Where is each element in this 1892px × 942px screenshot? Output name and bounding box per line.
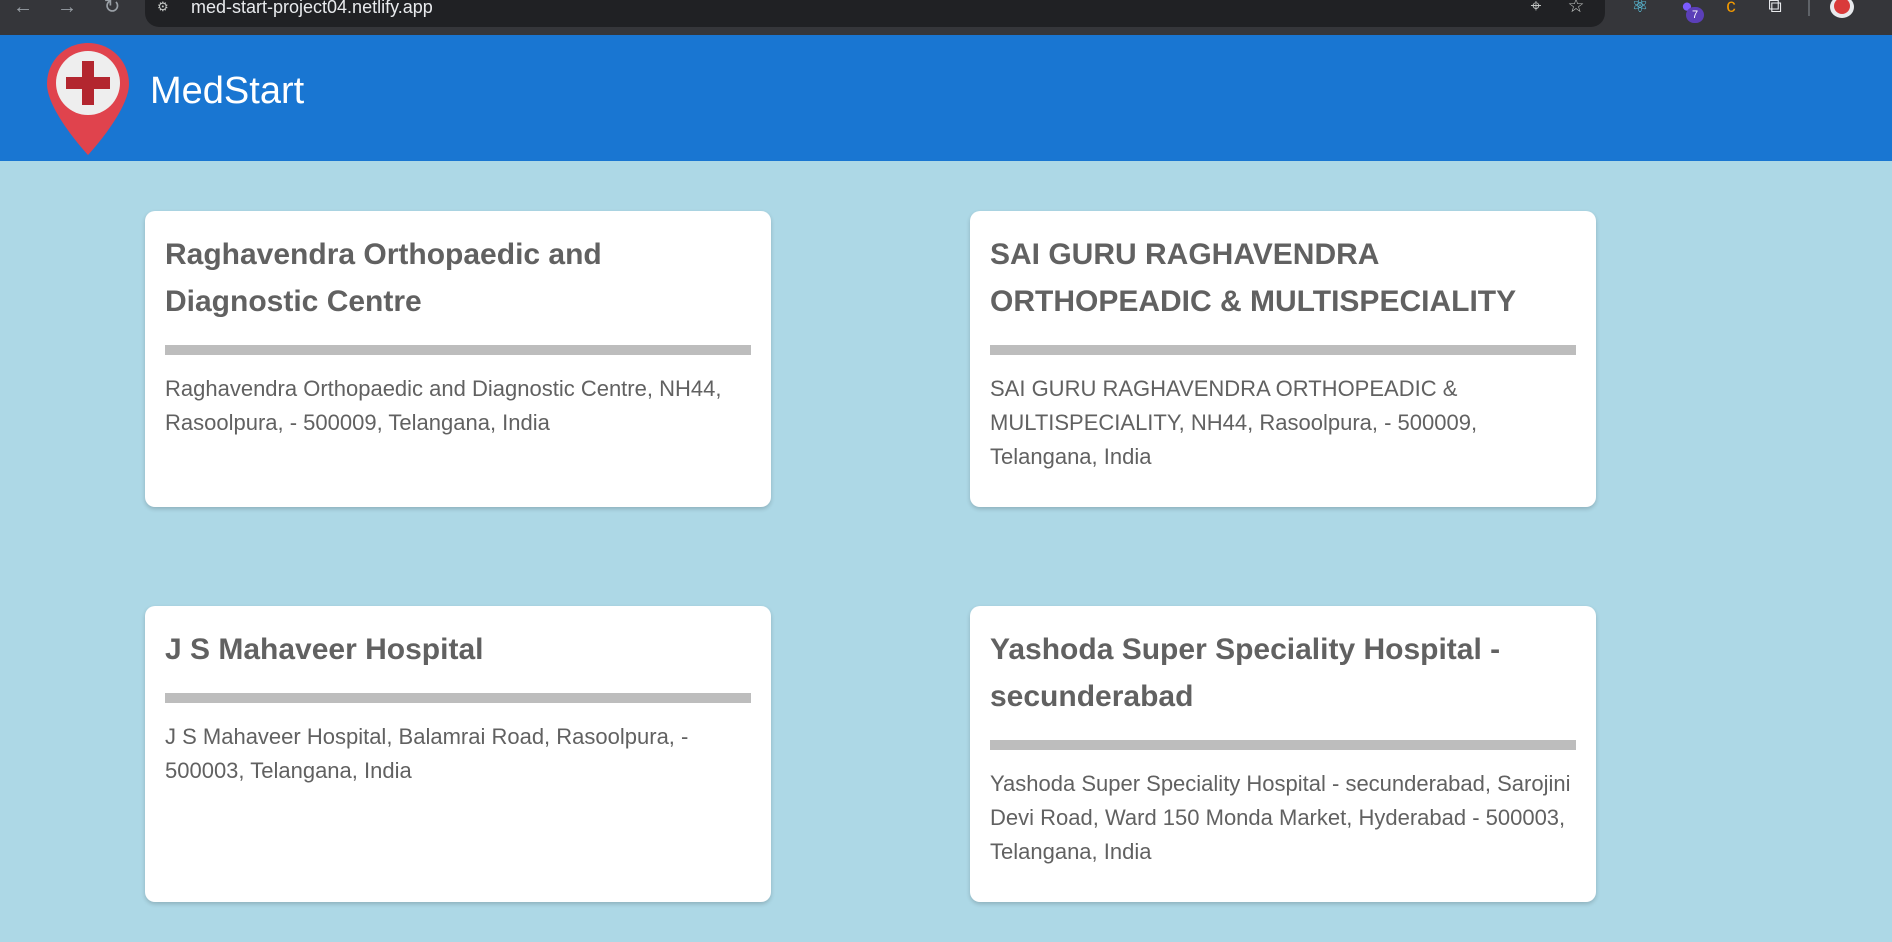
hospital-address: J S Mahaveer Hospital, Balamrai Road, Ra… <box>165 724 689 783</box>
hospital-name: Yashoda Super Speciality Hospital - secu… <box>990 633 1501 713</box>
hospital-name: SAI GURU RAGHAVENDRA ORTHOPEADIC & MULTI… <box>990 238 1517 318</box>
hospital-name: J S Mahaveer Hospital <box>165 633 484 666</box>
react-devtools-icon[interactable]: ⚛ <box>1627 0 1653 21</box>
hospital-card[interactable]: Yashoda Super Speciality Hospital - secu… <box>970 606 1596 902</box>
hospital-address: Raghavendra Orthopaedic and Diagnostic C… <box>165 376 722 435</box>
url-text[interactable]: med-start-project04.netlify.app <box>191 0 433 19</box>
card-divider <box>165 693 751 703</box>
bookmark-star-icon[interactable]: ☆ <box>1565 0 1587 17</box>
hospital-card[interactable]: Raghavendra Orthopaedic and Diagnostic C… <box>145 211 771 507</box>
card-divider <box>165 345 751 355</box>
browser-toolbar: ← → ↻ ⚙ med-start-project04.netlify.app … <box>0 0 1892 35</box>
back-arrow-icon[interactable]: ← <box>8 0 38 20</box>
hospital-address: SAI GURU RAGHAVENDRA ORTHOPEADIC & MULTI… <box>990 376 1478 469</box>
hospital-card[interactable]: J S Mahaveer Hospital J S Mahaveer Hospi… <box>145 606 771 902</box>
card-divider <box>990 740 1576 750</box>
location-pin-icon[interactable]: ⌖ <box>1525 0 1547 17</box>
site-settings-icon[interactable]: ⚙ <box>157 0 179 15</box>
brand-title[interactable]: MedStart <box>150 69 304 113</box>
app-header: MedStart <box>0 35 1892 161</box>
reload-icon[interactable]: ↻ <box>97 0 127 20</box>
extension-badge: 7 <box>1686 7 1704 23</box>
hospital-address: Yashoda Super Speciality Hospital - secu… <box>990 771 1571 864</box>
toolbar-divider <box>1808 0 1810 16</box>
extension-c-icon[interactable]: c <box>1718 0 1744 21</box>
map-pin-medical-cross-icon[interactable] <box>44 41 132 157</box>
hospital-name: Raghavendra Orthopaedic and Diagnostic C… <box>165 238 602 318</box>
address-bar[interactable]: ⚙ med-start-project04.netlify.app ⌖ ☆ <box>145 0 1605 27</box>
card-divider <box>990 345 1576 355</box>
extensions-puzzle-icon[interactable]: ⧉ <box>1762 0 1788 21</box>
hospital-card[interactable]: SAI GURU RAGHAVENDRA ORTHOPEADIC & MULTI… <box>970 211 1596 507</box>
profile-avatar[interactable] <box>1830 0 1854 18</box>
forward-arrow-icon[interactable]: → <box>52 0 82 20</box>
